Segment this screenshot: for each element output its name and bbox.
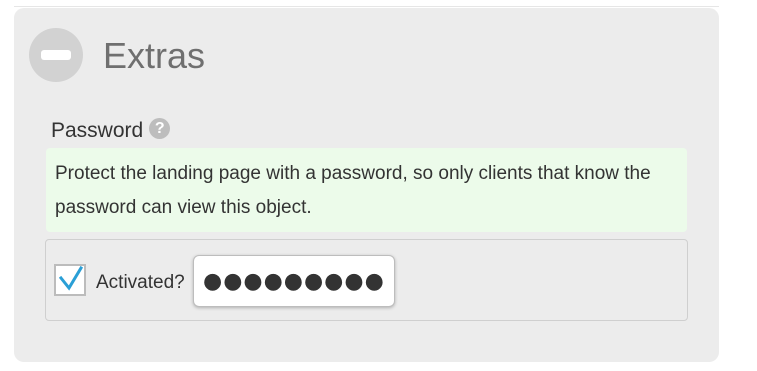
extras-panel: Extras Password ? Protect the landing pa… [14,8,719,362]
activated-checkbox[interactable] [54,264,86,296]
checkmark-icon [59,266,83,291]
collapse-section-button[interactable] [29,28,83,82]
password-label-text: Password [51,119,144,142]
password-description: Protect the landing page with a password… [46,148,687,232]
section-title: Extras [103,35,206,76]
password-input[interactable] [193,255,395,307]
question-circle-icon[interactable]: ? [149,117,171,139]
top-divider [14,6,719,7]
minus-circle-icon [41,50,71,60]
page: Extras Password ? Protect the landing pa… [0,0,757,371]
activated-label: Activated? [96,272,185,293]
password-settings-group: Activated? [45,239,688,321]
password-field-label: Password ? [51,116,171,146]
